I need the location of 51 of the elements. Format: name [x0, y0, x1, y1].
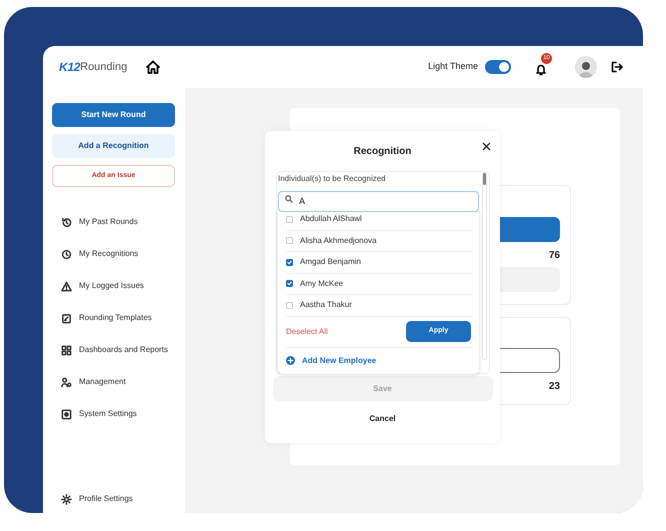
sidebar-item[interactable]: My Past Rounds: [61, 213, 175, 231]
checkbox[interactable]: [286, 258, 293, 266]
people-icon: [61, 376, 72, 388]
score-value: 23: [548, 380, 560, 394]
checkmark-icon: [287, 281, 292, 286]
close-button[interactable]: [482, 142, 491, 151]
search-field[interactable]: A: [278, 190, 479, 212]
scrollbar[interactable]: [482, 172, 487, 360]
plus-circle-icon: [286, 356, 295, 365]
deselect-all-link[interactable]: Deselect All: [286, 326, 328, 338]
checkbox[interactable]: [286, 237, 293, 244]
checkbox[interactable]: [286, 280, 293, 288]
home-icon: [145, 59, 162, 75]
score-value: 76: [548, 249, 560, 263]
clock-icon: [61, 248, 72, 260]
sidebar-item[interactable]: System Settings: [61, 405, 175, 423]
start-round-button[interactable]: Start New Round: [52, 103, 175, 127]
clipboard-icon: [61, 312, 72, 324]
theme-toggle[interactable]: [485, 60, 511, 74]
add-recognition-button[interactable]: Add a Recognition: [52, 134, 175, 158]
field-label: Individual(s) to be Recognized: [278, 174, 387, 185]
sidebar-item[interactable]: Profile Settings: [52, 493, 175, 505]
search-icon: [285, 194, 293, 202]
dialog-title: Recognition: [354, 144, 412, 158]
employee-option[interactable]: Abdullah AlShawl: [286, 209, 471, 230]
sidebar-item[interactable]: Management: [61, 373, 175, 391]
bell-icon: [535, 62, 547, 76]
close-icon: [482, 142, 491, 151]
add-employee-link[interactable]: Add New Employee: [286, 348, 471, 374]
employee-option[interactable]: Alisha Akhmedjonova: [286, 230, 471, 252]
checkmark-icon: [287, 260, 292, 265]
sidebar-item[interactable]: Rounding Templates: [61, 309, 175, 327]
sidebar-item[interactable]: Dashboards and Reports: [61, 341, 175, 359]
checkbox[interactable]: [286, 302, 293, 309]
logout-icon: [611, 61, 623, 73]
employee-option[interactable]: Amy McKee: [286, 274, 471, 295]
sidebar-item[interactable]: My Recognitions: [61, 245, 175, 263]
person-silhouette-icon: [578, 60, 594, 78]
logo: K12Rounding: [59, 59, 128, 76]
cancel-button[interactable]: Cancel: [369, 413, 396, 425]
logout-button[interactable]: [611, 61, 623, 73]
employee-option[interactable]: Amgad Benjamin: [286, 252, 471, 274]
employee-option[interactable]: Aastha Thakur: [286, 295, 471, 316]
theme-label: Light Theme: [428, 60, 478, 74]
avatar[interactable]: [575, 56, 597, 78]
sidebar-item[interactable]: My Logged Issues: [61, 277, 175, 295]
grid-icon: [61, 344, 72, 356]
checkbox[interactable]: [286, 216, 293, 223]
home-button[interactable]: [145, 59, 162, 75]
warning-icon: [61, 280, 72, 292]
history-icon: [61, 216, 72, 228]
